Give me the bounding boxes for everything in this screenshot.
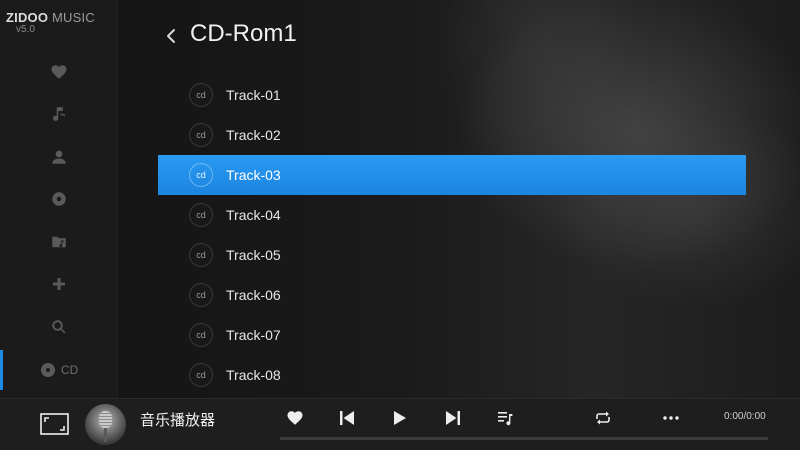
play-icon	[394, 411, 406, 425]
sidebar: ZIDOO MUSIC v5.0 CD	[0, 0, 118, 398]
track-row[interactable]: cd Track-01	[158, 75, 746, 115]
cd-badge-icon: cd	[189, 203, 213, 227]
now-playing-title: 音乐播放器	[140, 411, 216, 429]
previous-button[interactable]	[337, 408, 357, 428]
chevron-left-icon	[167, 29, 175, 43]
playlist-button[interactable]	[495, 408, 515, 428]
player-bar: 音乐播放器 0:00/0:00	[0, 398, 800, 450]
person-icon	[52, 150, 66, 164]
cd-badge-icon: cd	[189, 363, 213, 387]
cd-icon	[41, 363, 55, 377]
microphone-icon	[99, 411, 112, 428]
sidebar-item-folders[interactable]	[48, 231, 70, 253]
track-name: Track-08	[226, 367, 281, 383]
track-name: Track-05	[226, 247, 281, 263]
track-row[interactable]: cd Track-02	[158, 115, 746, 155]
track-name: Track-02	[226, 127, 281, 143]
playlist-icon	[498, 412, 513, 426]
cd-badge-icon: cd	[189, 163, 213, 187]
search-icon	[52, 320, 66, 334]
track-row[interactable]: cd Track-04	[158, 195, 746, 235]
sidebar-item-songs[interactable]	[48, 103, 70, 125]
sidebar-item-label: CD	[61, 363, 79, 377]
cd-badge-icon: cd	[189, 323, 213, 347]
skip-next-icon	[446, 411, 460, 425]
track-list: cd Track-01 cd Track-02 cd Track-03 cd T…	[158, 75, 748, 395]
track-name: Track-06	[226, 287, 281, 303]
heart-icon	[287, 411, 303, 425]
fullscreen-button[interactable]	[40, 413, 69, 435]
next-button[interactable]	[443, 408, 463, 428]
play-button[interactable]	[390, 408, 410, 428]
playback-time: 0:00/0:00	[724, 411, 766, 422]
brand-name: ZIDOO MUSIC	[6, 10, 95, 25]
track-row[interactable]: cd Track-07	[158, 315, 746, 355]
album-art-thumbnail[interactable]	[85, 404, 126, 445]
skip-previous-icon	[340, 411, 354, 425]
heart-icon	[51, 65, 67, 79]
track-row[interactable]: cd Track-08	[158, 355, 746, 395]
track-row[interactable]: cd Track-05	[158, 235, 746, 275]
active-indicator	[0, 350, 3, 390]
sidebar-item-albums[interactable]	[48, 188, 70, 210]
favorite-button[interactable]	[285, 408, 305, 428]
folder-music-icon	[52, 236, 66, 248]
progress-bar[interactable]	[280, 437, 768, 440]
plus-icon	[53, 278, 65, 290]
cd-badge-icon: cd	[189, 83, 213, 107]
track-row-selected[interactable]: cd Track-03	[158, 155, 746, 195]
more-button[interactable]	[661, 408, 681, 428]
back-button[interactable]	[163, 26, 179, 46]
track-name: Track-07	[226, 327, 281, 343]
sidebar-item-favorites[interactable]	[48, 61, 70, 83]
cd-badge-icon: cd	[189, 283, 213, 307]
track-row[interactable]: cd Track-06	[158, 275, 746, 315]
sidebar-item-add[interactable]	[48, 273, 70, 295]
fullscreen-icon	[40, 413, 69, 435]
brand-logo: ZIDOO MUSIC v5.0	[6, 10, 95, 35]
album-disc-icon	[52, 192, 66, 206]
track-name: Track-03	[226, 167, 281, 183]
page-title: CD-Rom1	[190, 20, 297, 47]
sidebar-item-artists[interactable]	[48, 146, 70, 168]
app-version: v5.0	[16, 24, 35, 35]
sidebar-item-cd[interactable]: CD	[0, 350, 118, 390]
track-name: Track-01	[226, 87, 281, 103]
music-note-icon	[53, 107, 65, 121]
repeat-button[interactable]	[593, 408, 613, 428]
track-name: Track-04	[226, 207, 281, 223]
more-icon	[663, 416, 679, 420]
cd-badge-icon: cd	[189, 123, 213, 147]
sidebar-item-search[interactable]	[48, 316, 70, 338]
repeat-icon	[596, 411, 610, 425]
cd-badge-icon: cd	[189, 243, 213, 267]
